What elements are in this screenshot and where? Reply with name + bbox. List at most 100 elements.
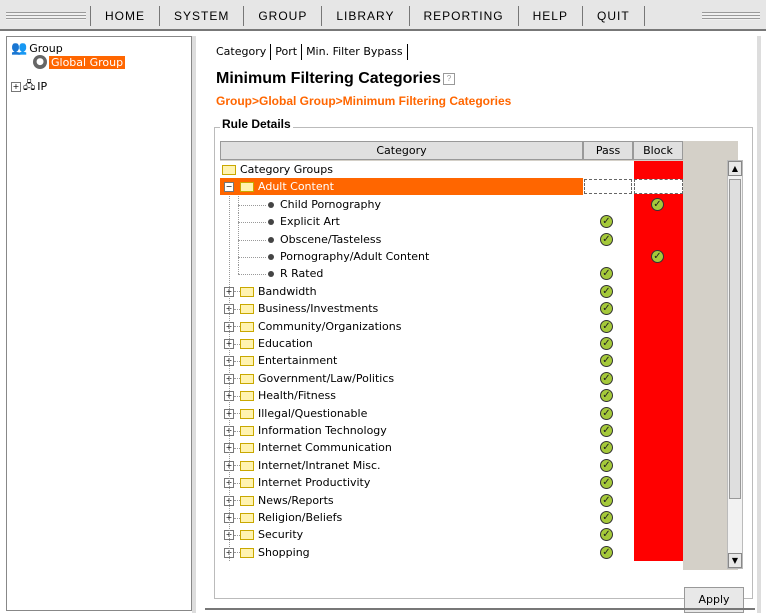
bullet-icon xyxy=(268,271,274,278)
scroll-thumb[interactable] xyxy=(729,179,741,499)
rule-details-heading: Rule Details xyxy=(220,117,293,131)
table-row[interactable]: + Entertainment ✓ xyxy=(220,352,683,369)
menu-system[interactable]: SYSTEM xyxy=(160,6,245,26)
collapse-icon[interactable]: − xyxy=(224,182,234,193)
menu-decoration-left xyxy=(6,12,86,20)
pass-check-icon[interactable]: ✓ xyxy=(600,406,613,420)
folder-icon xyxy=(240,321,254,332)
pass-check-icon[interactable]: ✓ xyxy=(600,215,613,229)
table-row[interactable]: + Community/Organizations ✓ xyxy=(220,318,683,335)
tree-node-ip[interactable]: + 🖧 IP xyxy=(11,77,47,96)
table-row[interactable]: + Business/Investments ✓ xyxy=(220,300,683,317)
table-row[interactable]: R Rated ✓ xyxy=(220,265,683,282)
pass-check-icon[interactable]: ✓ xyxy=(600,319,613,333)
table-row[interactable]: Child Pornography ✓ xyxy=(220,195,683,213)
pass-check-icon[interactable]: ✓ xyxy=(600,528,613,542)
folder-icon xyxy=(240,530,254,541)
menu-group[interactable]: GROUP xyxy=(244,6,323,26)
tab-min-filter-bypass[interactable]: Min. Filter Bypass xyxy=(302,44,408,60)
table-row[interactable]: + Illegal/Questionable ✓ xyxy=(220,405,683,422)
menu-help[interactable]: HELP xyxy=(519,6,583,26)
pass-check-icon[interactable]: ✓ xyxy=(600,458,613,472)
menu-reporting[interactable]: REPORTING xyxy=(410,6,519,26)
pass-check-icon[interactable]: ✓ xyxy=(600,354,613,368)
category-label: + Internet/Intranet Misc. xyxy=(224,457,381,474)
page-title: Minimum Filtering Categories? xyxy=(216,70,455,88)
table-row[interactable]: + Internet/Intranet Misc. ✓ xyxy=(220,457,683,474)
tree-line xyxy=(238,222,266,224)
bullet-icon xyxy=(268,201,274,208)
table-row[interactable]: Explicit Art ✓ xyxy=(220,213,683,231)
table-body: Category Groups − Adult Content Child Porno… xyxy=(220,161,683,570)
column-header-category[interactable]: Category xyxy=(220,141,583,160)
pass-check-icon[interactable]: ✓ xyxy=(600,371,613,385)
column-header-block[interactable]: Block xyxy=(633,141,683,160)
table-row[interactable]: Pornography/Adult Content ✓ xyxy=(220,248,683,265)
pass-check-icon[interactable]: ✓ xyxy=(600,441,613,455)
block-cell[interactable] xyxy=(634,179,683,195)
expand-icon[interactable]: + xyxy=(11,81,21,92)
bullet-icon xyxy=(268,236,274,243)
pass-check-icon[interactable]: ✓ xyxy=(600,493,613,507)
table-row[interactable]: Category Groups xyxy=(220,161,683,178)
table-scrollbar[interactable]: ▲ ▼ xyxy=(727,160,743,569)
pass-check-icon[interactable]: ✓ xyxy=(600,267,613,281)
table-row[interactable]: + Bandwidth ✓ xyxy=(220,283,683,300)
help-icon[interactable]: ? xyxy=(442,72,455,85)
pass-check-icon[interactable]: ✓ xyxy=(600,284,613,298)
table-row[interactable]: + Information Technology ✓ xyxy=(220,422,683,439)
pass-check-icon[interactable]: ✓ xyxy=(600,232,613,246)
pass-check-icon[interactable]: ✓ xyxy=(600,389,613,403)
tree-line xyxy=(238,239,266,241)
tree-node-global-group-label: Global Group xyxy=(49,55,126,69)
scroll-up-icon[interactable]: ▲ xyxy=(728,161,742,176)
open-folder-icon xyxy=(240,182,254,193)
tree-line xyxy=(229,195,230,562)
category-text: Shopping xyxy=(258,545,310,559)
table-row[interactable]: + Government/Law/Politics ✓ xyxy=(220,370,683,387)
menu-items: HOME SYSTEM GROUP LIBRARY REPORTING HELP… xyxy=(90,6,645,26)
table-row[interactable]: + Shopping ✓ xyxy=(220,544,683,561)
scroll-down-icon[interactable]: ▼ xyxy=(728,553,742,568)
panel-divider[interactable] xyxy=(192,36,196,613)
folder-icon xyxy=(240,356,254,367)
table-row[interactable]: + Religion/Beliefs ✓ xyxy=(220,509,683,526)
tree-node-global-group[interactable]: ● Global Group xyxy=(33,55,126,69)
pass-check-icon[interactable]: ✓ xyxy=(600,302,613,316)
table-row[interactable]: + Security ✓ xyxy=(220,526,683,543)
menu-quit[interactable]: QUIT xyxy=(583,6,645,26)
tree-node-ip-label: IP xyxy=(37,80,48,93)
tree-node-group[interactable]: 👥 Group xyxy=(11,41,63,56)
category-text: Internet Productivity xyxy=(258,476,371,490)
column-header-pass[interactable]: Pass xyxy=(583,141,633,160)
pass-check-icon[interactable]: ✓ xyxy=(600,424,613,437)
table-row[interactable]: + Internet Communication ✓ xyxy=(220,439,683,456)
tab-category[interactable]: Category xyxy=(212,44,272,60)
category-text: Entertainment xyxy=(258,354,338,368)
block-check-icon[interactable]: ✓ xyxy=(651,197,664,211)
table-row[interactable]: + Education ✓ xyxy=(220,335,683,352)
category-text: Business/Investments xyxy=(258,302,379,316)
tree-node-group-label: Group xyxy=(29,42,63,55)
tab-port[interactable]: Port xyxy=(271,44,303,60)
folder-icon xyxy=(240,286,254,297)
pass-check-icon[interactable]: ✓ xyxy=(600,545,613,559)
block-check-icon[interactable]: ✓ xyxy=(651,250,664,263)
table-row[interactable]: + Health/Fitness ✓ xyxy=(220,387,683,404)
bottom-divider xyxy=(205,608,755,610)
panel-edge xyxy=(757,36,761,613)
menu-home[interactable]: HOME xyxy=(90,6,160,26)
folder-icon xyxy=(240,460,254,471)
table-row[interactable]: + Internet Productivity ✓ xyxy=(220,474,683,491)
table-row[interactable]: + News/Reports ✓ xyxy=(220,492,683,509)
table-row[interactable]: Obscene/Tasteless ✓ xyxy=(220,230,683,248)
pass-check-icon[interactable]: ✓ xyxy=(600,337,613,350)
category-label: Category Groups xyxy=(222,161,333,178)
pass-check-icon[interactable]: ✓ xyxy=(600,476,613,490)
pass-cell[interactable] xyxy=(584,179,632,195)
menu-library[interactable]: LIBRARY xyxy=(322,6,410,26)
table-row[interactable]: − Adult Content xyxy=(220,178,683,196)
menu-decoration-right xyxy=(702,12,760,20)
category-label: + Internet Productivity xyxy=(224,474,370,491)
pass-check-icon[interactable]: ✓ xyxy=(600,511,613,524)
